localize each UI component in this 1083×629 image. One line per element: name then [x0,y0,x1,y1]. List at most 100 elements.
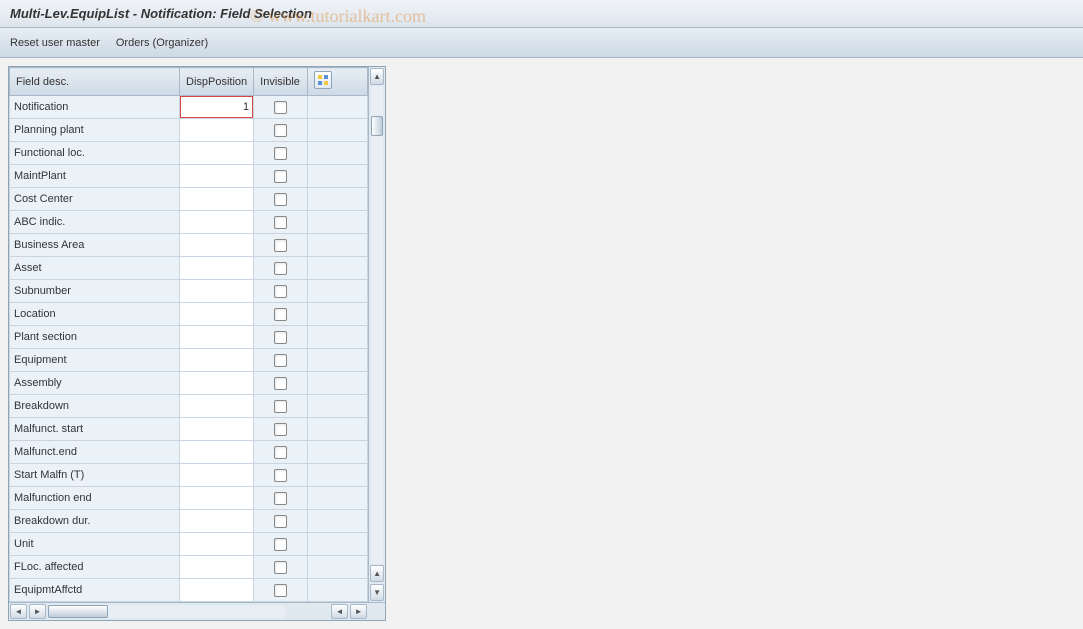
invisible-checkbox[interactable] [274,239,287,252]
invisible-checkbox[interactable] [274,492,287,505]
scroll-right-icon[interactable]: ► [350,604,367,619]
invisible-checkbox[interactable] [274,561,287,574]
disp-position-cell[interactable] [180,418,254,441]
disp-position-input[interactable] [180,510,253,532]
invisible-checkbox[interactable] [274,216,287,229]
vertical-scroll-thumb[interactable] [371,116,383,136]
disp-position-cell[interactable] [180,257,254,280]
invisible-cell[interactable] [254,372,308,395]
disp-position-cell[interactable] [180,349,254,372]
scroll-down-icon[interactable]: ▼ [370,584,384,601]
disp-position-input[interactable] [180,280,253,302]
disp-position-input[interactable] [180,119,253,141]
disp-position-input[interactable] [180,165,253,187]
table-configure-icon[interactable] [314,71,332,89]
invisible-cell[interactable] [254,510,308,533]
invisible-cell[interactable] [254,556,308,579]
disp-position-cell[interactable] [180,441,254,464]
invisible-cell[interactable] [254,487,308,510]
invisible-checkbox[interactable] [274,515,287,528]
invisible-checkbox[interactable] [274,584,287,597]
field-desc-cell[interactable]: Breakdown dur. [10,510,180,533]
invisible-cell[interactable] [254,464,308,487]
invisible-checkbox[interactable] [274,308,287,321]
invisible-cell[interactable] [254,257,308,280]
disp-position-input[interactable] [180,579,253,601]
invisible-checkbox[interactable] [274,469,287,482]
field-desc-cell[interactable]: Planning plant [10,119,180,142]
invisible-checkbox[interactable] [274,538,287,551]
invisible-cell[interactable] [254,303,308,326]
invisible-cell[interactable] [254,119,308,142]
disp-position-input[interactable] [180,441,253,463]
horizontal-scroll-thumb[interactable] [48,605,108,618]
disp-position-input[interactable] [180,464,253,486]
horizontal-scrollbar[interactable]: ◄ ► ◄ ► [9,602,385,620]
scroll-up-icon[interactable]: ▲ [370,68,384,85]
invisible-checkbox[interactable] [274,423,287,436]
disp-position-cell[interactable] [180,280,254,303]
disp-position-cell[interactable] [180,96,254,119]
field-desc-cell[interactable]: ABC indic. [10,211,180,234]
disp-position-input[interactable] [180,349,253,371]
disp-position-input[interactable] [180,96,253,118]
disp-position-cell[interactable] [180,533,254,556]
field-desc-cell[interactable]: Assembly [10,372,180,395]
disp-position-input[interactable] [180,372,253,394]
disp-position-input[interactable] [180,487,253,509]
invisible-cell[interactable] [254,395,308,418]
disp-position-input[interactable] [180,556,253,578]
invisible-checkbox[interactable] [274,147,287,160]
disp-position-cell[interactable] [180,556,254,579]
disp-position-input[interactable] [180,533,253,555]
invisible-cell[interactable] [254,418,308,441]
column-header-disp-position[interactable]: DispPosition [180,68,254,96]
disp-position-input[interactable] [180,326,253,348]
disp-position-cell[interactable] [180,303,254,326]
field-desc-cell[interactable]: Start Malfn (T) [10,464,180,487]
invisible-checkbox[interactable] [274,262,287,275]
invisible-cell[interactable] [254,142,308,165]
invisible-checkbox[interactable] [274,331,287,344]
invisible-cell[interactable] [254,349,308,372]
field-desc-cell[interactable]: Plant section [10,326,180,349]
disp-position-input[interactable] [180,418,253,440]
field-desc-cell[interactable]: Cost Center [10,188,180,211]
vertical-scrollbar[interactable]: ▲ ▲ ▼ [368,67,385,602]
field-desc-cell[interactable]: FLoc. affected [10,556,180,579]
disp-position-cell[interactable] [180,188,254,211]
disp-position-cell[interactable] [180,487,254,510]
disp-position-input[interactable] [180,142,253,164]
field-desc-cell[interactable]: Unit [10,533,180,556]
field-desc-cell[interactable]: Asset [10,257,180,280]
invisible-checkbox[interactable] [274,124,287,137]
scroll-right-step-icon[interactable]: ► [29,604,46,619]
disp-position-cell[interactable] [180,372,254,395]
invisible-checkbox[interactable] [274,101,287,114]
disp-position-cell[interactable] [180,142,254,165]
field-desc-cell[interactable]: Location [10,303,180,326]
invisible-cell[interactable] [254,211,308,234]
invisible-checkbox[interactable] [274,285,287,298]
invisible-cell[interactable] [254,533,308,556]
disp-position-input[interactable] [180,188,253,210]
column-header-field-desc[interactable]: Field desc. [10,68,180,96]
horizontal-scroll-track[interactable] [48,605,285,618]
invisible-cell[interactable] [254,234,308,257]
field-desc-cell[interactable]: MaintPlant [10,165,180,188]
disp-position-cell[interactable] [180,211,254,234]
invisible-cell[interactable] [254,165,308,188]
invisible-checkbox[interactable] [274,193,287,206]
disp-position-cell[interactable] [180,165,254,188]
field-desc-cell[interactable]: EquipmtAffctd [10,579,180,602]
disp-position-cell[interactable] [180,119,254,142]
field-desc-cell[interactable]: Malfunction end [10,487,180,510]
field-desc-cell[interactable]: Subnumber [10,280,180,303]
invisible-checkbox[interactable] [274,170,287,183]
orders-organizer-button[interactable]: Orders (Organizer) [116,37,208,49]
column-header-invisible[interactable]: Invisible [254,68,308,96]
disp-position-input[interactable] [180,234,253,256]
invisible-cell[interactable] [254,96,308,119]
disp-position-input[interactable] [180,395,253,417]
reset-user-master-button[interactable]: Reset user master [10,37,100,49]
